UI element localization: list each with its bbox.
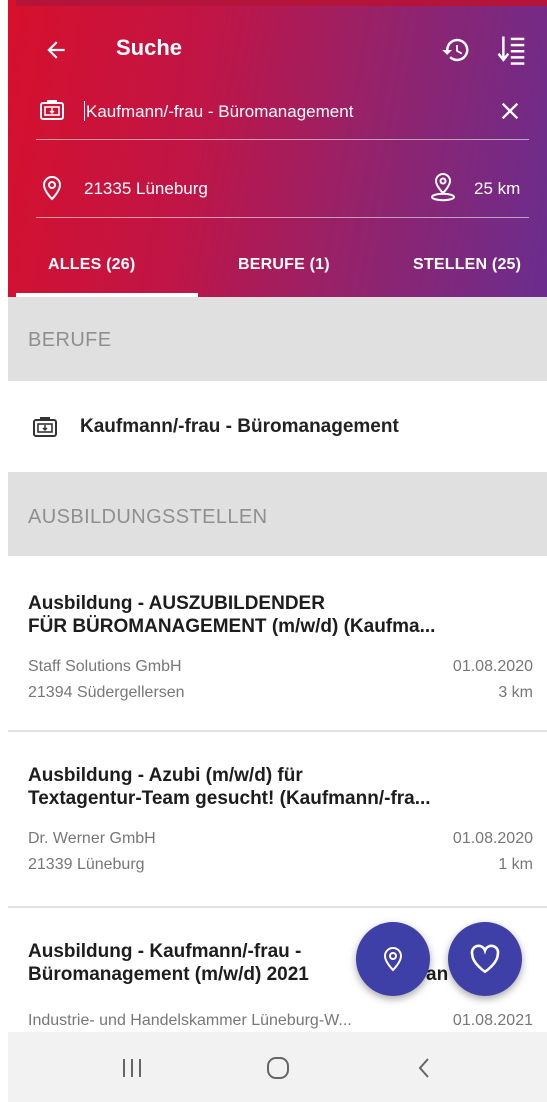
job-title-fragment: an [426, 964, 449, 985]
location-field[interactable]: 21335 Lüneburg 25 km [36, 162, 529, 218]
job-title-line-1: Ausbildung - AUSZUBILDENDER [28, 593, 325, 614]
location-pin-icon [383, 946, 403, 972]
section-header-berufe: BERUFE [8, 297, 547, 381]
search-input-value[interactable]: Kaufmann/-frau - Büromanagement [84, 101, 353, 122]
job-location: 21339 Lüneburg [28, 856, 145, 873]
radius-pin-icon[interactable] [428, 172, 458, 202]
job-title-line-1: Ausbildung - Azubi (m/w/d) für [28, 765, 303, 786]
page-title: Suche [116, 35, 183, 60]
job-location: 21394 Südergellersen [28, 684, 185, 701]
occupation-briefcase-icon [38, 96, 66, 124]
tab-alles[interactable]: ALLES (26) [48, 256, 135, 274]
job-title-line-2: FÜR BÜROMANAGEMENT (m/w/d) (Kaufma... [28, 616, 436, 637]
text-cursor [84, 101, 85, 121]
job-company: Staff Solutions GmbH [28, 658, 182, 675]
job-title: Ausbildung - AUSZUBILDENDER FÜR BÜROMANA… [28, 592, 533, 638]
heart-icon [470, 944, 500, 974]
arrow-left-icon [47, 41, 65, 59]
home-icon [267, 1057, 289, 1079]
job-date: 01.08.2020 [452, 658, 533, 675]
job-company: Industrie- und Handelskammer Lüneburg-W.… [28, 1012, 352, 1029]
job-distance: 3 km [498, 684, 533, 701]
app-bar: Suche [8, 20, 547, 76]
occupation-briefcase-icon [33, 417, 57, 437]
home-button[interactable] [256, 1048, 300, 1088]
recents-icon [123, 1059, 141, 1077]
job-date: 01.08.2020 [452, 830, 533, 847]
map-fab-button[interactable] [356, 922, 430, 996]
history-button[interactable] [436, 30, 476, 70]
section-title-ausbildungsstellen: AUSBILDUNGSSTELLEN [28, 506, 268, 528]
header-top-line [16, 0, 547, 6]
history-icon [442, 38, 469, 62]
result-tabs: ALLES (26) BERUFE (1) STELLEN (25) [8, 240, 547, 297]
job-title-line-2: Textagentur-Team gesucht! (Kaufmann/-fra… [28, 788, 431, 809]
recents-button[interactable] [110, 1048, 154, 1088]
job-company: Dr. Werner GmbH [28, 830, 156, 847]
job-distance: 1 km [498, 856, 533, 873]
back-button[interactable] [36, 30, 76, 70]
radius-value[interactable]: 25 km [474, 179, 520, 199]
section-title-berufe: BERUFE [28, 329, 112, 351]
job-title-line-2: Büromanagement (m/w/d) 2021 [28, 964, 309, 985]
location-value: 21335 Lüneburg [84, 179, 208, 198]
nav-back-button[interactable] [402, 1048, 446, 1088]
job-title: Ausbildung - Azubi (m/w/d) für Textagent… [28, 764, 533, 810]
beruf-list-item[interactable]: Kaufmann/-frau - Büromanagement [8, 381, 547, 472]
beruf-label: Kaufmann/-frau - Büromanagement [80, 416, 399, 437]
favorites-fab-button[interactable] [448, 922, 522, 996]
close-icon [501, 102, 519, 120]
section-header-ausbildungsstellen: AUSBILDUNGSSTELLEN [8, 472, 547, 556]
search-header: Suche Kaufmann/-frau - Büromanagement 21… [8, 0, 547, 297]
job-list-item[interactable]: Ausbildung - Azubi (m/w/d) für Textagent… [8, 732, 547, 906]
sort-list-icon [497, 36, 525, 65]
search-text: Kaufmann/-frau - Büromanagement [86, 102, 354, 121]
tab-berufe[interactable]: BERUFE (1) [238, 256, 330, 274]
location-pin-icon [38, 174, 66, 202]
clear-search-button[interactable] [493, 94, 527, 128]
job-list-item[interactable]: Ausbildung - AUSZUBILDENDER FÜR BÜROMANA… [8, 556, 547, 730]
job-date: 01.08.2021 [452, 1012, 533, 1029]
tab-stellen[interactable]: STELLEN (25) [413, 256, 521, 274]
back-chevron-icon [418, 1058, 429, 1078]
sort-button[interactable] [492, 30, 532, 70]
system-nav-bar [8, 1032, 547, 1102]
search-field[interactable]: Kaufmann/-frau - Büromanagement [36, 84, 529, 140]
